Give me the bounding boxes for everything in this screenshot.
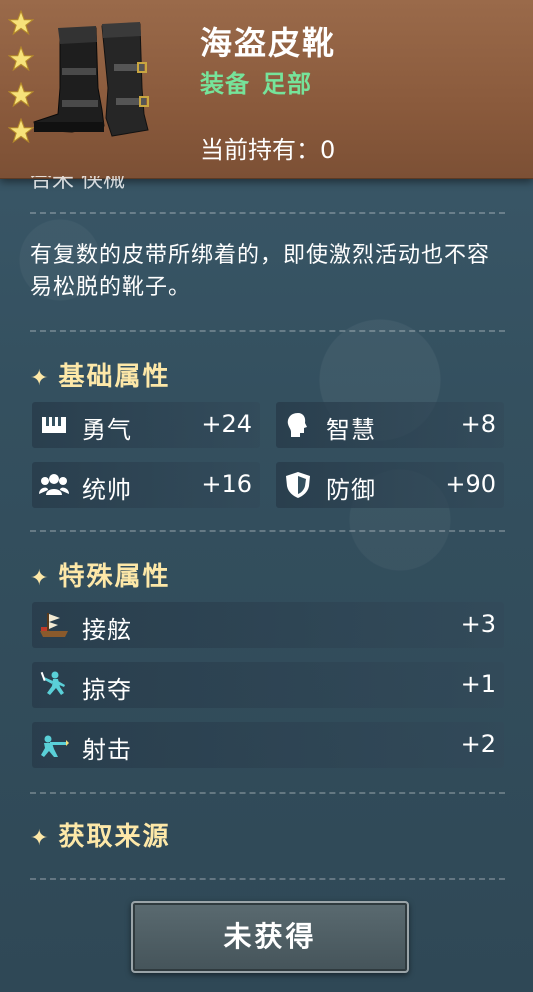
holding-count: 当前持有：0 xyxy=(200,130,335,165)
divider xyxy=(30,878,505,880)
attr-plunder: 掠夺 +1 xyxy=(32,662,504,708)
attr-name: 勇气 xyxy=(82,416,132,444)
sparkle-icon: ✦ xyxy=(30,566,51,591)
holding-value: 0 xyxy=(320,136,336,164)
special-attributes-label: 特殊属性 xyxy=(58,562,171,592)
item-type: 装备 足部 xyxy=(200,64,324,99)
courage-icon xyxy=(42,417,66,433)
plunder-icon xyxy=(40,671,65,695)
attr-value: +24 xyxy=(201,410,252,438)
attr-name: 智慧 xyxy=(326,416,376,444)
item-slot: 足部 xyxy=(262,70,312,98)
item-header: 海盗皮靴 装备 足部 当前持有：0 xyxy=(0,0,533,179)
attr-name: 接舷 xyxy=(82,616,132,644)
attr-boarding: 接舷 +3 xyxy=(32,602,504,648)
holding-label: 当前持有： xyxy=(200,136,320,164)
attr-name: 射击 xyxy=(82,736,132,764)
attr-name: 掠夺 xyxy=(82,676,132,704)
basic-attributes-title: ✦ 基础属性 xyxy=(30,356,170,393)
item-description: 有复数的皮带所绑着的，即使激烈活动也不容易松脱的靴子。 xyxy=(30,243,491,300)
attr-shooting: 射击 +2 xyxy=(32,722,504,768)
divider xyxy=(30,530,505,532)
attr-value: +8 xyxy=(460,410,496,438)
basic-attributes-label: 基础属性 xyxy=(58,362,171,392)
star-icon xyxy=(7,45,35,72)
command-icon xyxy=(39,474,69,495)
attr-value: +16 xyxy=(201,470,252,498)
attr-value: +1 xyxy=(460,670,496,698)
attr-command: 统帅 +16 xyxy=(32,462,260,508)
sparkle-icon: ✦ xyxy=(30,366,51,391)
star-icon xyxy=(7,81,35,108)
boarding-icon xyxy=(40,613,68,637)
attr-name: 防御 xyxy=(326,476,376,504)
item-name: 海盗皮靴 xyxy=(200,24,337,62)
divider xyxy=(30,330,505,332)
attr-defense: 防御 +90 xyxy=(276,462,504,508)
not-obtained-button[interactable]: 未获得 xyxy=(131,901,409,973)
shield-icon xyxy=(286,472,310,498)
source-label: 获取来源 xyxy=(58,822,171,852)
pirate-boots-icon xyxy=(33,22,149,137)
attr-value: +2 xyxy=(460,730,496,758)
attr-wisdom: 智慧 +8 xyxy=(276,402,504,448)
shooting-icon xyxy=(41,735,69,757)
special-attributes-title: ✦ 特殊属性 xyxy=(30,556,170,593)
attr-value: +90 xyxy=(445,470,496,498)
attr-courage: 勇气 +24 xyxy=(32,402,260,448)
star-icon xyxy=(7,117,35,144)
divider xyxy=(30,792,505,794)
source-title: ✦ 获取来源 xyxy=(30,816,170,853)
divider xyxy=(30,212,505,214)
wisdom-icon xyxy=(287,413,307,437)
attr-name: 统帅 xyxy=(82,476,132,504)
clipped-text: 合米 侠械 xyxy=(30,176,125,192)
sparkle-icon: ✦ xyxy=(30,826,51,851)
attr-value: +3 xyxy=(460,610,496,638)
star-icon xyxy=(7,9,35,36)
item-category: 装备 xyxy=(200,70,250,98)
